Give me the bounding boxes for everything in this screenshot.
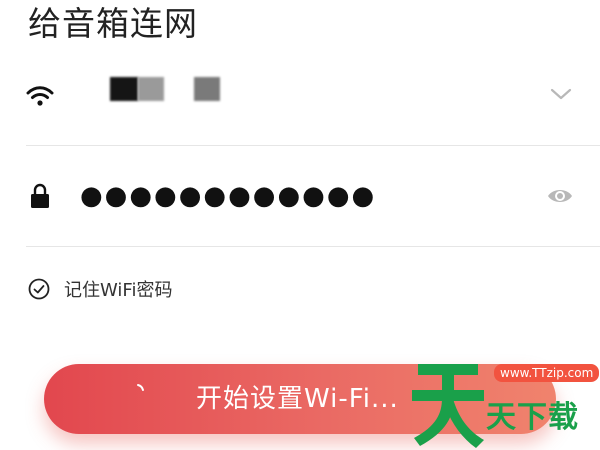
lock-icon <box>31 183 49 208</box>
divider <box>26 145 600 146</box>
wifi-icon <box>26 86 54 106</box>
page-title: 给音箱连网 <box>28 4 198 43</box>
check-circle-icon[interactable] <box>28 278 50 300</box>
watermark: www.TTzip.com 天下载 <box>410 356 600 450</box>
eye-icon[interactable] <box>546 186 574 206</box>
remember-password-label: 记住WiFi密码 <box>64 280 173 301</box>
ssid-value <box>110 76 220 102</box>
ssid-redaction <box>138 77 164 101</box>
wifi-network-row[interactable] <box>0 66 600 146</box>
chevron-down-icon[interactable] <box>548 84 574 104</box>
ssid-redaction <box>194 77 220 101</box>
tian-character-logo <box>412 364 484 448</box>
loading-spinner-icon <box>137 384 144 391</box>
wifi-setup-page: 给音箱连网 ●●●●●●●●●●●● 记住WiFi密码 开始设置Wi-Fi...… <box>0 0 600 450</box>
ssid-redaction <box>164 77 194 101</box>
ssid-redaction <box>110 77 138 101</box>
divider <box>26 246 600 247</box>
password-input[interactable] <box>80 176 520 216</box>
watermark-url: www.TTzip.com <box>494 364 600 382</box>
remember-password-checkbox[interactable]: 记住WiFi密码 <box>28 276 172 302</box>
password-row <box>0 156 600 246</box>
watermark-text: 天下载 <box>486 400 579 435</box>
start-setup-label: 开始设置Wi-Fi... <box>196 384 399 414</box>
